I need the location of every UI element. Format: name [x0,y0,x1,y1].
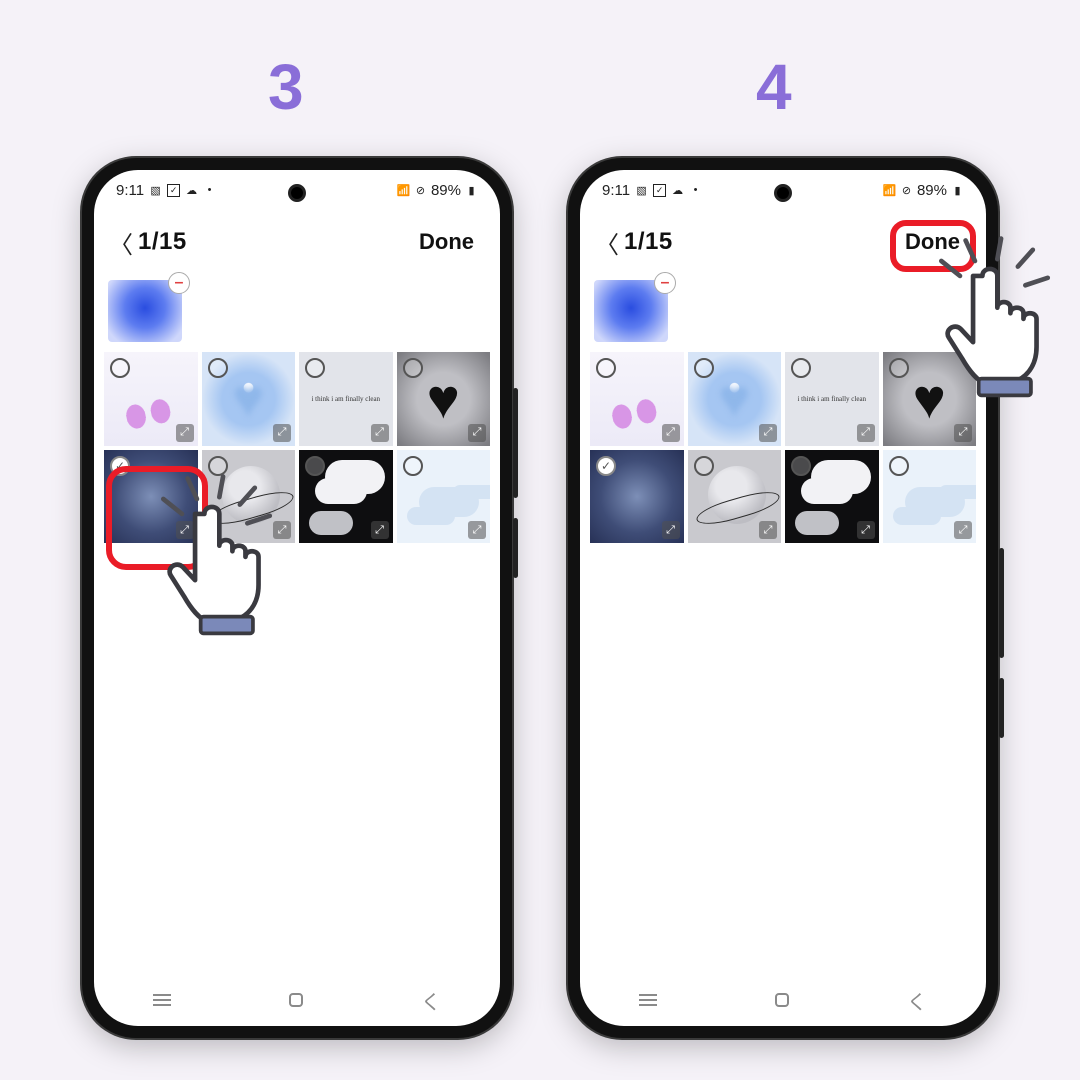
nav-home-icon[interactable] [289,993,303,1007]
android-nav-bar: く [580,974,986,1026]
expand-icon[interactable]: ⤢ [759,521,777,539]
select-circle-icon[interactable] [403,358,423,378]
wifi-icon: 📶 [397,184,410,197]
app-header: 〈 1/15 Done [580,210,986,274]
select-circle-icon[interactable] [305,456,325,476]
app-header: 〈 1/15 Done [94,210,500,274]
select-circle-icon[interactable] [208,358,228,378]
checkbox-icon [167,184,180,197]
selected-thumbnail[interactable]: – [108,280,182,342]
gallery-tile[interactable]: ⤢ [104,352,198,446]
gallery-tile[interactable]: ⤢ [688,352,782,446]
battery-text: 89% [431,182,461,199]
select-circle-icon[interactable] [694,358,714,378]
expand-icon[interactable]: ⤢ [954,424,972,442]
nav-home-icon[interactable] [775,993,789,1007]
selected-thumbnails-row: – [94,274,500,346]
no-sim-icon: ⊘ [900,184,913,197]
gallery-tile[interactable]: ⤢ [299,352,393,446]
gallery-tile[interactable]: ⤢ [104,450,198,544]
nav-back-icon[interactable]: く [421,986,441,1015]
battery-icon: ▮ [465,184,478,197]
select-circle-icon[interactable] [305,358,325,378]
expand-icon[interactable]: ⤢ [857,521,875,539]
status-time: 9:11 [602,182,630,199]
select-circle-icon[interactable] [791,456,811,476]
select-circle-icon[interactable] [403,456,423,476]
gallery-tile[interactable]: ⤢ [590,450,684,544]
selection-counter: 1/15 [624,228,673,256]
expand-icon[interactable]: ⤢ [371,424,389,442]
checkmark-icon[interactable] [110,456,130,476]
select-circle-icon[interactable] [596,358,616,378]
gallery-grid-left: ⤢ ⤢ ⤢ ⤢ ⤢ ⤢ ⤢ ⤢ [94,346,500,549]
checkbox-icon [653,184,666,197]
back-button[interactable]: 〈 [590,225,624,259]
nav-recent-icon[interactable] [153,999,171,1001]
remove-button[interactable]: – [654,272,676,294]
gallery-tile[interactable]: ⤢ [883,450,977,544]
done-button[interactable]: Done [411,225,482,259]
expand-icon[interactable]: ⤢ [759,424,777,442]
done-button[interactable]: Done [897,225,968,259]
remove-button[interactable]: – [168,272,190,294]
select-circle-icon[interactable] [110,358,130,378]
selected-thumbnail[interactable]: – [594,280,668,342]
expand-icon[interactable]: ⤢ [468,424,486,442]
gallery-tile[interactable]: ⤢ [299,450,393,544]
expand-icon[interactable]: ⤢ [857,424,875,442]
expand-icon[interactable]: ⤢ [954,521,972,539]
phone-screen: 9:11 ▧ ☁ • 📶 ⊘ 89% ▮ 〈 1/15 Done – [94,170,500,1026]
dot-icon: • [203,184,216,197]
phone-mockup-right: 9:11 ▧ ☁ • 📶 ⊘ 89% ▮ 〈 1/15 Done – [568,158,998,1038]
select-circle-icon[interactable] [694,456,714,476]
gallery-grid-right: ⤢ ⤢ ⤢ ⤢ ⤢ ⤢ ⤢ ⤢ [580,346,986,549]
status-time: 9:11 [116,182,144,199]
image-icon: ▧ [635,184,648,197]
nav-back-icon[interactable]: く [907,986,927,1015]
wifi-icon: 📶 [883,184,896,197]
expand-icon[interactable]: ⤢ [662,424,680,442]
front-camera [774,184,792,202]
checkmark-icon[interactable] [596,456,616,476]
gallery-tile[interactable]: ⤢ [202,450,296,544]
no-sim-icon: ⊘ [414,184,427,197]
expand-icon[interactable]: ⤢ [176,521,194,539]
expand-icon[interactable]: ⤢ [273,521,291,539]
nav-recent-icon[interactable] [639,999,657,1001]
select-circle-icon[interactable] [208,456,228,476]
cloud-icon: ☁ [185,184,198,197]
expand-icon[interactable]: ⤢ [273,424,291,442]
gallery-tile[interactable]: ⤢ [785,352,879,446]
front-camera [288,184,306,202]
gallery-tile[interactable]: ⤢ [202,352,296,446]
cloud-icon: ☁ [671,184,684,197]
select-circle-icon[interactable] [791,358,811,378]
gallery-tile[interactable]: ⤢ [785,450,879,544]
dot-icon: • [689,184,702,197]
selected-thumbnails-row: – [580,274,986,346]
battery-text: 89% [917,182,947,199]
step-number-4: 4 [756,50,792,124]
expand-icon[interactable]: ⤢ [662,521,680,539]
phone-screen: 9:11 ▧ ☁ • 📶 ⊘ 89% ▮ 〈 1/15 Done – [580,170,986,1026]
expand-icon[interactable]: ⤢ [176,424,194,442]
gallery-tile[interactable]: ⤢ [397,450,491,544]
select-circle-icon[interactable] [889,456,909,476]
image-icon: ▧ [149,184,162,197]
gallery-tile[interactable]: ⤢ [688,450,782,544]
battery-icon: ▮ [951,184,964,197]
back-button[interactable]: 〈 [104,225,138,259]
android-nav-bar: く [94,974,500,1026]
gallery-tile[interactable]: ⤢ [397,352,491,446]
gallery-tile[interactable]: ⤢ [590,352,684,446]
select-circle-icon[interactable] [889,358,909,378]
step-number-3: 3 [268,50,304,124]
selection-counter: 1/15 [138,228,187,256]
gallery-tile[interactable]: ⤢ [883,352,977,446]
phone-mockup-left: 9:11 ▧ ☁ • 📶 ⊘ 89% ▮ 〈 1/15 Done – [82,158,512,1038]
expand-icon[interactable]: ⤢ [468,521,486,539]
expand-icon[interactable]: ⤢ [371,521,389,539]
